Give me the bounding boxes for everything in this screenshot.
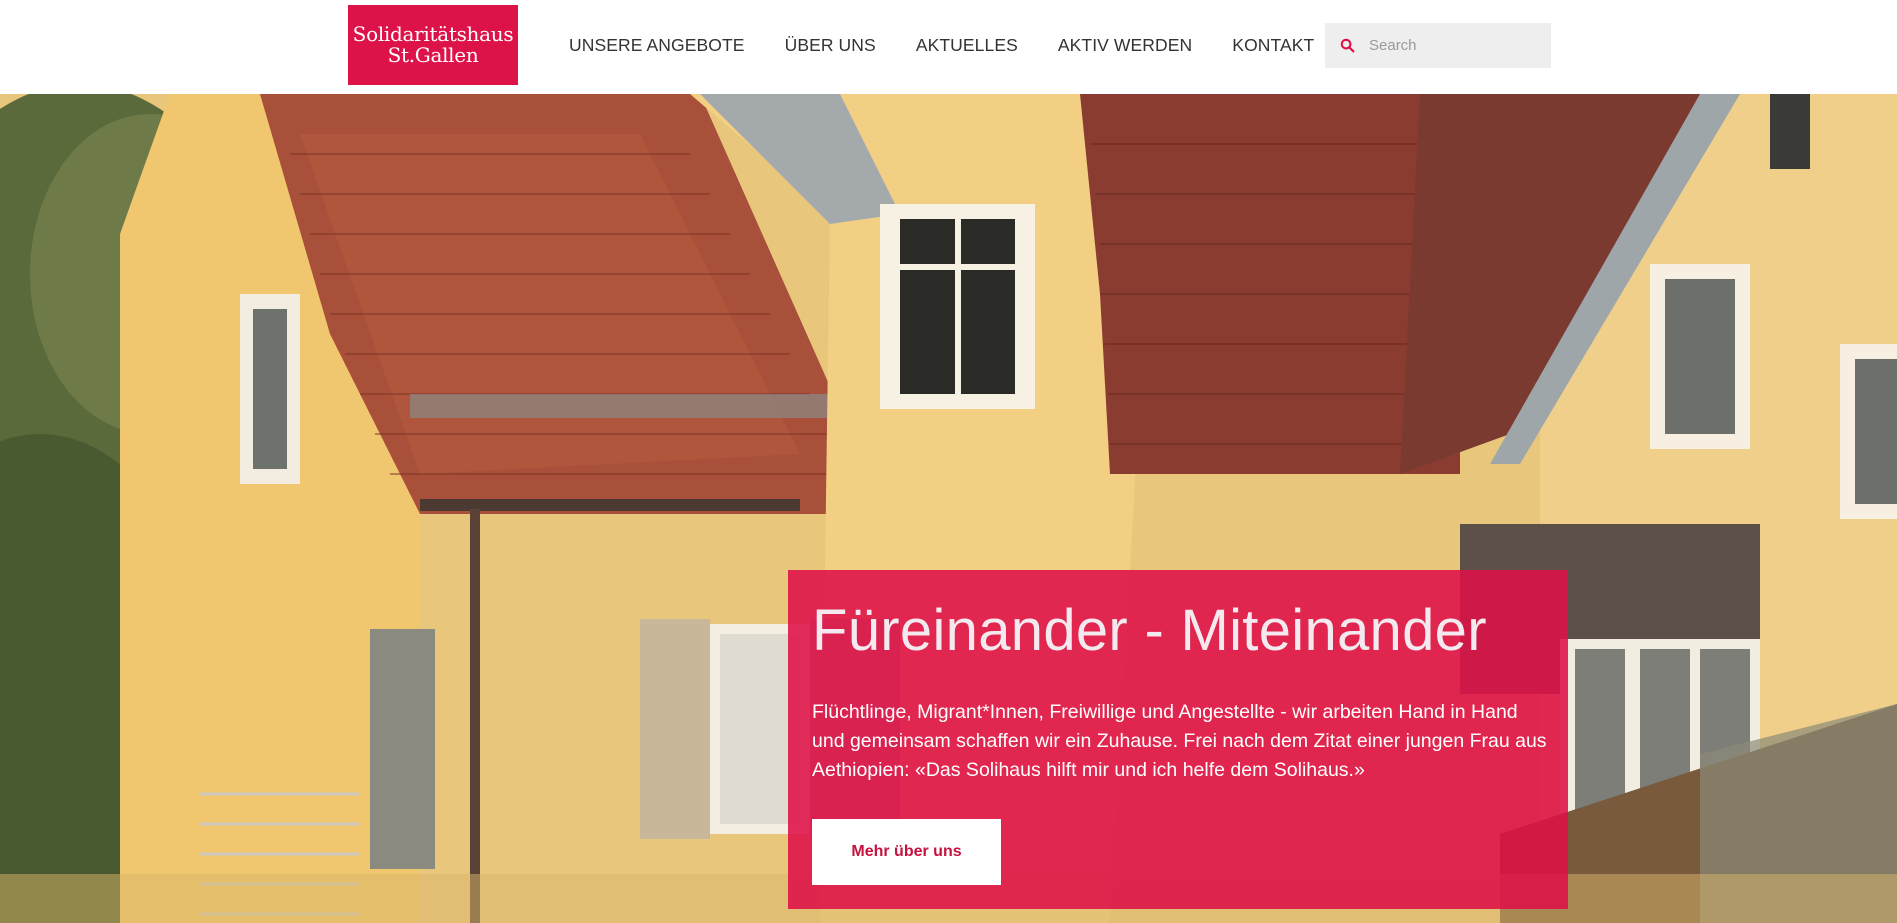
logo-line-2: St.Gallen (387, 43, 479, 67)
hero-section: Füreinander - Miteinander Flüchtlinge, M… (0, 94, 1897, 923)
logo-line-1: Solidaritätshaus (352, 22, 514, 46)
search-input[interactable] (1369, 37, 1539, 54)
hero-card: Füreinander - Miteinander Flüchtlinge, M… (788, 570, 1568, 909)
nav-item-unsere-angebote[interactable]: UNSERE ANGEBOTE (569, 35, 745, 56)
hero-title: Füreinander - Miteinander (812, 598, 1487, 663)
nav-item-aktuelles[interactable]: AKTUELLES (916, 35, 1018, 56)
nav-item-ueber-uns[interactable]: ÜBER UNS (785, 35, 876, 56)
search-box (1325, 23, 1551, 68)
page: Solidaritätshaus St.Gallen UNSERE ANGEBO… (0, 0, 1897, 923)
nav-item-aktiv-werden[interactable]: AKTIV WERDEN (1058, 35, 1192, 56)
more-about-us-button[interactable]: Mehr über uns (812, 819, 1001, 885)
nav-item-kontakt[interactable]: KONTAKT (1232, 35, 1314, 56)
hero-description: Flüchtlinge, Migrant*Innen, Freiwillige … (812, 701, 1547, 781)
site-header: Solidaritätshaus St.Gallen UNSERE ANGEBO… (0, 0, 1897, 94)
main-nav: UNSERE ANGEBOTE ÜBER UNS AKTUELLES AKTIV… (569, 0, 1354, 90)
site-logo[interactable]: Solidaritätshaus St.Gallen (348, 5, 518, 85)
search-icon[interactable] (1325, 23, 1369, 68)
